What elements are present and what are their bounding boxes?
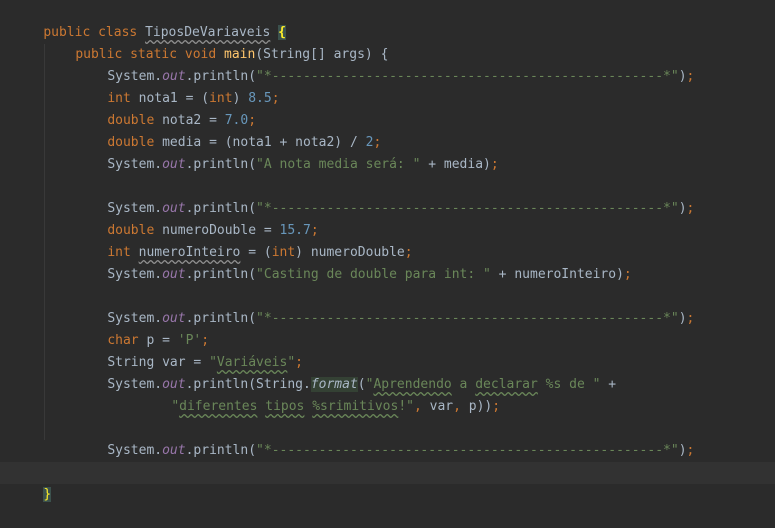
indent-guide xyxy=(44,44,45,440)
token-string-typo: tipos xyxy=(265,399,305,414)
token-text: p)) xyxy=(468,399,493,414)
code-line-1[interactable]: public class TiposDeVariaveis { xyxy=(12,0,775,40)
code-line-17[interactable]: System.out.println(String.format("Aprend… xyxy=(76,352,775,392)
code-line-9[interactable]: System.out.println("*-------------------… xyxy=(76,176,775,216)
code-line-7[interactable]: System.out.println("A nota media será: "… xyxy=(76,132,775,172)
code-line-6[interactable]: double media = (nota1 + nota2) / 2; xyxy=(76,110,775,150)
token-string: !" xyxy=(398,399,414,414)
token-text: var xyxy=(429,399,454,414)
code-line-12[interactable]: System.out.println("Casting de double pa… xyxy=(76,242,775,282)
static-field: out xyxy=(162,267,186,282)
code-line-16[interactable]: String var = "Variáveis"; xyxy=(76,330,775,370)
token-semicolon: ; xyxy=(623,267,632,282)
code-line-15[interactable]: char p = 'P'; xyxy=(76,308,775,348)
code-editor[interactable]: public class TiposDeVariaveis { public s… xyxy=(0,0,775,505)
code-line-18[interactable]: "diferentes tipos %srimitivos!", var, p)… xyxy=(140,374,775,414)
token-text: .println( xyxy=(185,267,257,282)
code-line-3[interactable]: System.out.println("*-------------------… xyxy=(76,44,775,84)
code-line-14[interactable]: System.out.println("*-------------------… xyxy=(76,286,775,326)
token-comma: , xyxy=(413,399,430,414)
token-text: + media) xyxy=(420,157,491,172)
token-text: .println( xyxy=(185,157,257,172)
token-semicolon: ; xyxy=(490,157,499,172)
token-text: System. xyxy=(107,267,163,282)
token-string-typo: diferentes xyxy=(179,399,258,414)
code-line-11[interactable]: int numeroInteiro = (int) numeroDouble; xyxy=(76,220,775,260)
code-line-10[interactable]: double numeroDouble = 15.7; xyxy=(76,198,775,238)
brace-highlight: } xyxy=(43,487,52,502)
token-string: " xyxy=(171,399,180,414)
token-string: "A nota media será: " xyxy=(256,157,421,172)
token-text: + numeroInteiro) xyxy=(490,267,624,282)
code-line-22-current[interactable]: } xyxy=(0,462,775,502)
code-line-2[interactable]: public static void main(String[] args) { xyxy=(44,22,775,62)
token-semicolon: ; xyxy=(492,399,501,414)
code-line-21[interactable]: } xyxy=(44,440,775,480)
token-string-typo: %srimitivos xyxy=(312,399,399,414)
token-string: "Casting de double para int: " xyxy=(256,267,491,282)
code-line-4[interactable]: int nota1 = (int) 8.5; xyxy=(76,66,775,106)
token-comma: , xyxy=(453,399,469,414)
code-line-20[interactable]: System.out.println("*-------------------… xyxy=(76,418,775,458)
token-text: System. xyxy=(107,157,163,172)
static-field: out xyxy=(162,157,186,172)
code-line-5[interactable]: double nota2 = 7.0; xyxy=(76,88,775,128)
